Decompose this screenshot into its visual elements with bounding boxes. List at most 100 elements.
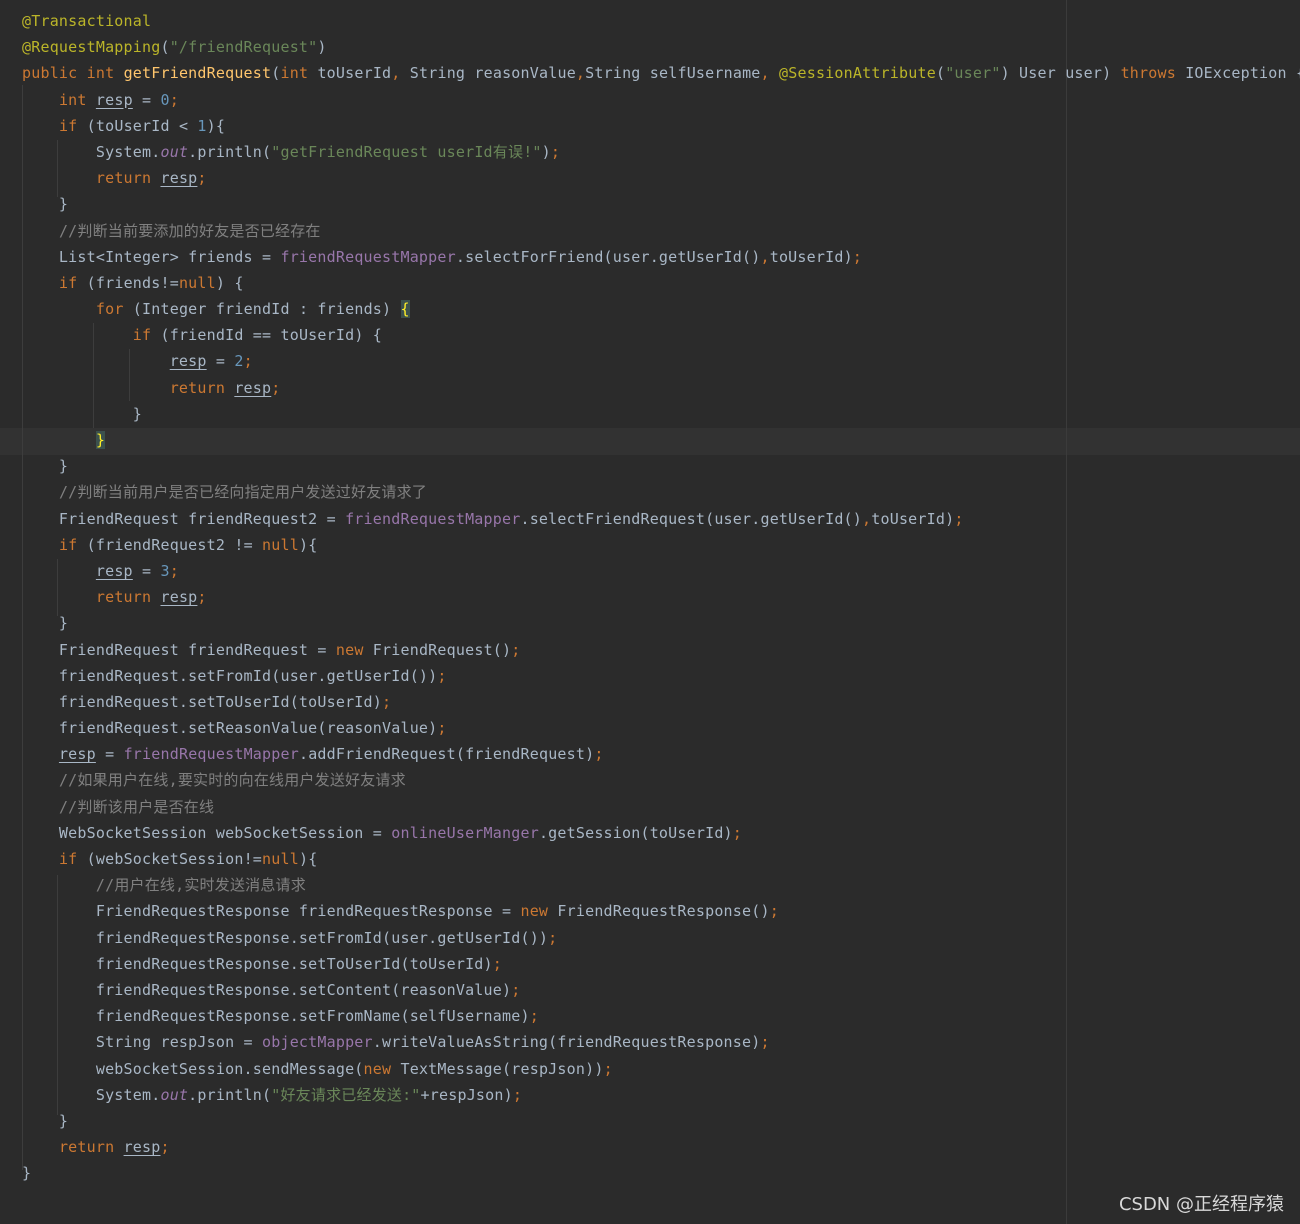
- code-line[interactable]: System.out.println("getFriendRequest use…: [22, 139, 1300, 165]
- code-line[interactable]: //判断当前要添加的好友是否已经存在: [22, 218, 1300, 244]
- code-token: String respJson =: [22, 1033, 262, 1052]
- code-token: ;: [382, 692, 392, 711]
- code-line[interactable]: String respJson = objectMapper.writeValu…: [22, 1029, 1300, 1055]
- code-token: TextMessage(respJson)): [400, 1059, 604, 1078]
- code-line[interactable]: System.out.println("好友请求已经发送:"+respJson)…: [22, 1082, 1300, 1108]
- code-line[interactable]: WebSocketSession webSocketSession = onli…: [22, 820, 1300, 846]
- code-line[interactable]: if (friendId == toUserId) {: [22, 322, 1300, 348]
- code-token: out: [160, 142, 189, 161]
- code-token: +respJson): [420, 1085, 513, 1104]
- code-line[interactable]: friendRequestResponse.setToUserId(toUser…: [22, 951, 1300, 977]
- code-token: friendRequestMapper: [123, 745, 299, 764]
- code-line[interactable]: }: [22, 191, 1300, 217]
- code-line[interactable]: //判断当前用户是否已经向指定用户发送过好友请求了: [22, 479, 1300, 505]
- code-line[interactable]: if (friends!=null) {: [22, 270, 1300, 296]
- code-token: ;: [550, 142, 561, 161]
- code-line[interactable]: if (friendRequest2 != null){: [22, 532, 1300, 558]
- code-line[interactable]: friendRequestResponse.setContent(reasonV…: [22, 977, 1300, 1003]
- code-token: if: [58, 850, 87, 868]
- code-line[interactable]: }: [22, 427, 1300, 453]
- code-line[interactable]: if (webSocketSession!=null){: [22, 846, 1300, 872]
- code-line[interactable]: //用户在线,实时发送消息请求: [22, 872, 1300, 898]
- code-line[interactable]: public int getFriendRequest(int toUserId…: [22, 60, 1300, 86]
- code-token: friendRequestResponse.setToUserId(toUser…: [22, 954, 493, 973]
- code-token: =: [132, 561, 161, 580]
- code-line[interactable]: return resp;: [22, 165, 1300, 191]
- code-token: (friendId == toUserId) {: [160, 326, 383, 345]
- code-token: objectMapper: [262, 1033, 373, 1052]
- code-token: =: [132, 90, 161, 109]
- code-token: ;: [760, 1033, 770, 1052]
- code-token: 3: [160, 561, 170, 580]
- code-line[interactable]: resp = friendRequestMapper.addFriendRequ…: [22, 741, 1300, 767]
- code-token: FriendRequest friendRequest2 =: [22, 509, 346, 528]
- code-token: //判断该用户是否在线: [58, 797, 215, 816]
- code-line[interactable]: return resp;: [22, 375, 1300, 401]
- code-token: 2: [234, 352, 244, 371]
- code-line[interactable]: }: [22, 453, 1300, 479]
- code-line[interactable]: int resp = 0;: [22, 87, 1300, 113]
- code-token: ,: [391, 64, 410, 83]
- code-token: "getFriendRequest userId有误!": [271, 142, 542, 161]
- code-token: .println(: [188, 142, 272, 161]
- code-token: ,: [760, 247, 770, 266]
- code-token: FriendRequestResponse(): [557, 902, 770, 921]
- code-token: }: [22, 457, 69, 476]
- code-token: ;: [492, 954, 503, 973]
- code-token: (toUserId <: [86, 116, 198, 135]
- code-line[interactable]: for (Integer friendId : friends) {: [22, 296, 1300, 322]
- code-token: ;: [160, 1138, 170, 1157]
- code-line[interactable]: @RequestMapping("/friendRequest"): [22, 34, 1300, 60]
- code-line[interactable]: if (toUserId < 1){: [22, 113, 1300, 139]
- code-line[interactable]: FriendRequest friendRequest = new Friend…: [22, 637, 1300, 663]
- code-line[interactable]: }: [22, 401, 1300, 427]
- code-token: .addFriendRequest(friendRequest): [298, 745, 595, 764]
- code-token: out: [160, 1085, 189, 1104]
- code-token: new: [520, 902, 558, 921]
- code-editor[interactable]: @Transactional @RequestMapping("/friendRe…: [0, 0, 1300, 1224]
- code-token: resp: [95, 90, 133, 109]
- code-text-area[interactable]: @Transactional @RequestMapping("/friendRe…: [22, 8, 1300, 1186]
- code-line[interactable]: }: [22, 1160, 1300, 1186]
- code-line[interactable]: friendRequestResponse.setFromId(user.get…: [22, 925, 1300, 951]
- code-token: new: [363, 1059, 401, 1078]
- code-token: ;: [437, 719, 447, 738]
- code-token: ): [541, 142, 551, 161]
- code-line[interactable]: //如果用户在线,要实时的向在线用户发送好友请求: [22, 767, 1300, 793]
- code-line[interactable]: FriendRequest friendRequest2 = friendReq…: [22, 506, 1300, 532]
- code-line[interactable]: return resp;: [22, 1134, 1300, 1160]
- code-line[interactable]: }: [22, 1108, 1300, 1134]
- code-token: 0: [160, 90, 170, 109]
- code-line[interactable]: }: [22, 610, 1300, 636]
- code-token: WebSocketSession webSocketSession =: [22, 823, 392, 842]
- code-token: return: [169, 378, 235, 397]
- code-line[interactable]: FriendRequestResponse friendRequestRespo…: [22, 898, 1300, 924]
- code-line[interactable]: @Transactional: [22, 8, 1300, 34]
- code-token: if: [132, 326, 161, 345]
- code-token: ;: [603, 1059, 613, 1078]
- code-line[interactable]: friendRequest.setToUserId(toUserId);: [22, 689, 1300, 715]
- code-line[interactable]: //判断该用户是否在线: [22, 794, 1300, 820]
- code-token: resp: [95, 561, 133, 580]
- code-token: }: [22, 1111, 69, 1130]
- code-line[interactable]: List<Integer> friends = friendRequestMap…: [22, 244, 1300, 270]
- code-token: null: [262, 535, 299, 554]
- code-token: ;: [594, 745, 604, 764]
- code-line[interactable]: webSocketSession.sendMessage(new TextMes…: [22, 1056, 1300, 1082]
- code-line[interactable]: resp = 2;: [22, 348, 1300, 374]
- code-token: int: [58, 90, 96, 109]
- code-line[interactable]: return resp;: [22, 584, 1300, 610]
- code-token: FriendRequest friendRequest =: [22, 640, 336, 659]
- code-token: if: [58, 273, 87, 292]
- code-token: }: [22, 404, 142, 423]
- code-token: @SessionAttribute: [779, 64, 936, 83]
- code-line[interactable]: friendRequestResponse.setFromName(selfUs…: [22, 1003, 1300, 1029]
- code-line[interactable]: friendRequest.setFromId(user.getUserId()…: [22, 663, 1300, 689]
- code-token: ;: [954, 509, 964, 528]
- code-line[interactable]: friendRequest.setReasonValue(reasonValue…: [22, 715, 1300, 741]
- code-line[interactable]: resp = 3;: [22, 558, 1300, 584]
